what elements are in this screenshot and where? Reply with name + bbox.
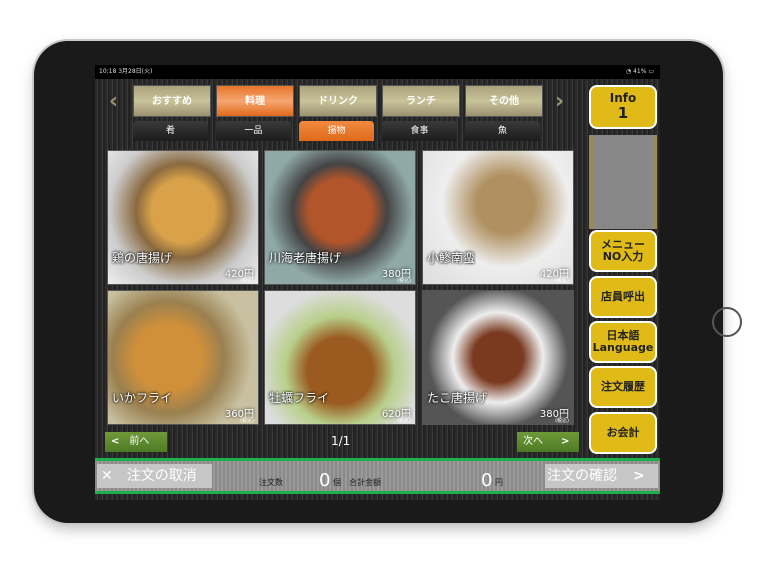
- item-tax: (税込): [555, 418, 569, 424]
- item-tax: (税込): [240, 418, 254, 424]
- item-name: たこ唐揚げ: [427, 391, 488, 405]
- subtab-ippin[interactable]: 一品: [216, 121, 291, 141]
- close-icon: ✕: [101, 468, 113, 484]
- page-indicator: 1/1: [331, 434, 351, 448]
- checkout-button[interactable]: お会計: [589, 412, 657, 454]
- count-label: 注文数: [259, 478, 283, 487]
- chevron-right-icon: >: [633, 468, 645, 484]
- chevron-left-icon: <: [111, 436, 120, 447]
- home-button[interactable]: [712, 307, 742, 337]
- item-name: 鶏の唐揚げ: [112, 251, 173, 265]
- order-bar: ✕ 注文の取消 注文数 0 個 合計金額 0 円 注文の確認 >: [95, 458, 660, 494]
- tab-drink[interactable]: ドリンク: [299, 85, 377, 117]
- app-screen: 10:18 3月28日(火) ◔ 41% ▭ ‹ › おすすめ 料理 ドリンク …: [95, 65, 660, 500]
- total-unit: 円: [495, 478, 503, 487]
- subtab-shokuji[interactable]: 食事: [382, 121, 457, 141]
- cancel-label: 注文の取消: [126, 468, 197, 484]
- tab-ryori[interactable]: 料理: [216, 85, 294, 117]
- prev-label: 前へ: [129, 436, 150, 447]
- item-tax: (税込): [397, 418, 411, 424]
- cancel-order-button[interactable]: ✕ 注文の取消: [97, 464, 212, 488]
- call-staff-button[interactable]: 店員呼出: [589, 276, 657, 318]
- menu-no-input-button[interactable]: メニュー NO入力: [589, 230, 657, 272]
- subtab-sakana[interactable]: 肴: [133, 121, 208, 141]
- chevron-right-icon: >: [561, 436, 570, 447]
- menu-item-card[interactable]: いかフライ 360円 (税込): [107, 290, 259, 425]
- confirm-label: 注文の確認: [547, 468, 617, 484]
- menu-item-card[interactable]: 川海老唐揚げ 380円 (税込): [264, 150, 416, 285]
- menu-item-card[interactable]: 小鯵南蛮 420円 (税込): [422, 150, 574, 285]
- item-name: いかフライ: [112, 391, 173, 405]
- battery-level: 41%: [633, 68, 647, 75]
- count-unit: 個: [333, 478, 341, 487]
- subtab-fish[interactable]: 魚: [465, 121, 540, 141]
- next-label: 次へ: [523, 436, 543, 447]
- total-label: 合計金額: [349, 478, 381, 487]
- menu-item-card[interactable]: たこ唐揚げ 380円 (税込): [422, 290, 574, 425]
- item-tax: (税込): [240, 278, 254, 284]
- item-name: 小鯵南蛮: [427, 251, 476, 265]
- next-page-button[interactable]: 次へ >: [517, 432, 579, 452]
- status-bar: 10:18 3月28日(火) ◔ 41% ▭: [95, 65, 660, 79]
- prev-page-button[interactable]: < 前へ: [105, 432, 167, 452]
- info-label: Info: [609, 91, 637, 106]
- category-prev-icon[interactable]: ‹: [109, 89, 118, 114]
- menu-item-card[interactable]: 鶏の唐揚げ 420円 (税込): [107, 150, 259, 285]
- status-battery: ◔ 41% ▭: [625, 68, 654, 75]
- order-total: 0: [481, 470, 493, 491]
- tab-osusume[interactable]: おすすめ: [133, 85, 211, 117]
- item-tax: (税込): [397, 278, 411, 284]
- status-time: 10:18 3月28日(火): [99, 68, 153, 75]
- language-button[interactable]: 日本語 Language: [589, 321, 657, 363]
- tab-lunch[interactable]: ランチ: [382, 85, 460, 117]
- order-count: 0: [319, 470, 331, 491]
- info-count: 1: [617, 104, 629, 123]
- info-button[interactable]: Info 1: [589, 85, 657, 129]
- confirm-order-button[interactable]: 注文の確認 >: [545, 464, 658, 488]
- order-history-button[interactable]: 注文履歴: [589, 366, 657, 408]
- item-name: 川海老唐揚げ: [269, 251, 342, 265]
- item-tax: (税込): [555, 278, 569, 284]
- side-panel: [589, 135, 657, 229]
- tab-other[interactable]: その他: [465, 85, 543, 117]
- category-next-icon[interactable]: ›: [555, 89, 564, 114]
- item-name: 牡蠣フライ: [269, 391, 330, 405]
- subtab-agemono[interactable]: 揚物: [299, 121, 374, 141]
- menu-item-card[interactable]: 牡蠣フライ 620円 (税込): [264, 290, 416, 425]
